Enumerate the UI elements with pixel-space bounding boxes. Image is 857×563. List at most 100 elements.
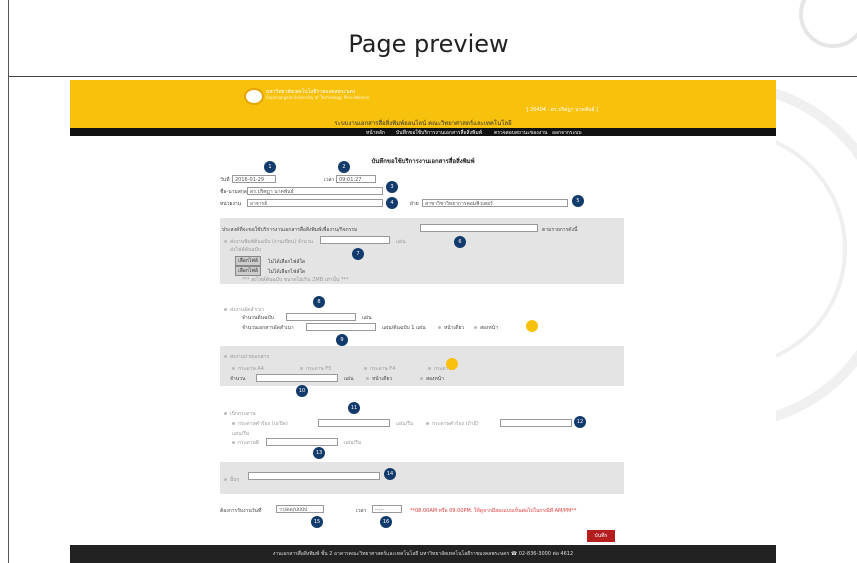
badge-14: 14 xyxy=(384,468,396,480)
badge-3: 3 xyxy=(386,181,398,193)
paper-colored: กระดาษสี xyxy=(238,440,259,446)
preview-divider xyxy=(8,76,857,77)
purpose-label: ประสงค์ที่จะขอใช้บริการงานเอกสารสื่อสิ่ง… xyxy=(222,227,358,233)
paper-white-unit: แผ่น/รีม xyxy=(396,421,414,427)
deadline-label: ต้องการรับงานวันที่ xyxy=(220,508,262,514)
print-file-sub: ส่งไฟล์ต้นฉบับ xyxy=(230,247,262,253)
date-input[interactable]: 2016-01-29 xyxy=(232,175,276,183)
name-label: ชื่อ-นามสกุล xyxy=(220,189,247,195)
site-header: มหาวิทยาลัยเทคโนโลยีราชมงคลพระนคร Rajama… xyxy=(70,80,776,128)
site-page: มหาวิทยาลัยเทคโนโลยีราชมงคลพระนคร Rajama… xyxy=(70,80,776,563)
university-name-en: Rajamangala University of Technology Phr… xyxy=(266,95,370,100)
save-button[interactable]: บันทึก xyxy=(587,530,615,542)
badge-6: 6 xyxy=(454,236,466,248)
others-label: อื่นๆ xyxy=(230,477,240,483)
paper-colored-radio[interactable] xyxy=(232,441,235,444)
deadline-date-placeholder: วว/ดด/ปปปป xyxy=(279,507,308,513)
paper-a4-radio[interactable] xyxy=(232,367,235,370)
site-footer: งานเอกสารสื่อสิ่งพิมพ์ ชั้น 2 อาคารคณะวิ… xyxy=(70,545,776,563)
photocopy-one-side: หน้าเดียว xyxy=(372,376,393,382)
copy-count-input[interactable] xyxy=(306,323,376,331)
paper-f4-radio[interactable] xyxy=(364,367,367,370)
copy-per-label: แผ่น/ต้นฉบับ 1 แผ่น xyxy=(382,325,426,331)
badge-2: 2 xyxy=(338,161,350,173)
no-file-label-1: ไม่ได้เลือกไฟล์ใด xyxy=(268,259,306,265)
copy-one-side-radio[interactable] xyxy=(438,326,441,329)
photocopy-two-side-radio[interactable] xyxy=(420,377,423,380)
system-title: ระบบงานเอกสารสื่อสิ่งพิมพ์ออนไลน์ คณะวิท… xyxy=(334,120,512,127)
print-radio[interactable] xyxy=(224,240,227,243)
copy-radio[interactable] xyxy=(224,308,227,311)
paper-req-radio[interactable] xyxy=(224,412,227,415)
photocopy-two-side: สองหน้า xyxy=(426,376,445,382)
photocopy-amount-input[interactable] xyxy=(256,374,338,382)
badge-1: 1 xyxy=(264,161,276,173)
copy-master-input[interactable] xyxy=(286,313,356,321)
paper-f5: กระดาษ F5 xyxy=(306,366,332,372)
badge-4: 4 xyxy=(386,197,398,209)
choose-file-button-2[interactable]: เลือกไฟล์ xyxy=(235,266,261,276)
badge-15: 15 xyxy=(311,516,323,528)
print-file-label: ส่งงานพิมพ์ต้นฉบับ (งานเขียน) จำนวน xyxy=(230,239,314,245)
copy-label: ส่งงานอัดสำเนา xyxy=(230,307,265,313)
paper-a4: กระดาษ A4 xyxy=(238,366,264,372)
paper-other-radio[interactable] xyxy=(428,367,431,370)
time-input[interactable]: 09:01:27 xyxy=(336,175,376,183)
paper-colored-input[interactable] xyxy=(266,438,338,446)
dept-select[interactable]: อาจารย์ xyxy=(247,199,383,207)
nav-status[interactable]: ตรวจสอบสถานะของงาน xyxy=(494,129,547,137)
badge-8: 8 xyxy=(313,296,325,308)
photocopy-label: ส่งงานถ่ายเอกสาร xyxy=(230,354,270,360)
paper-req-label: เบิกกระดาษ xyxy=(230,411,256,417)
photocopy-one-side-radio[interactable] xyxy=(366,377,369,380)
paper-colored-unit: แผ่น/รีม xyxy=(344,440,362,446)
division-label: ฝ่าย xyxy=(410,201,419,207)
others-input[interactable] xyxy=(248,472,380,480)
user-info: [ 20404 : ดร.ปริศฎา นาคพันธ์ ] xyxy=(526,107,599,113)
paper-white-radio[interactable] xyxy=(232,422,235,425)
copy-master-unit: แผ่น xyxy=(362,315,372,321)
nav-logout[interactable]: ออกจากระบบ xyxy=(552,129,582,137)
badge-7: 7 xyxy=(352,248,364,260)
paper-f5-radio[interactable] xyxy=(300,367,303,370)
copy-two-side-radio[interactable] xyxy=(474,326,477,329)
photocopy-unit: แผ่น xyxy=(344,376,354,382)
paper-color-input[interactable] xyxy=(500,419,572,427)
university-logo-icon[interactable] xyxy=(244,88,264,105)
name-input[interactable]: ดร.ปริศฎา นาคพันธ์ xyxy=(247,187,383,195)
division-select[interactable]: สาขาวิชาวิทยาการคอมพิวเตอร์ xyxy=(422,199,568,207)
form-title: บันทึกขอใช้บริการงานเอกสารสื่อสิ่งพิมพ์ xyxy=(371,158,475,165)
badge-16: 16 xyxy=(380,516,392,528)
nav-home[interactable]: หน้าหลัก xyxy=(366,129,385,137)
badge-12: 12 xyxy=(574,416,586,428)
others-radio[interactable] xyxy=(224,478,227,481)
badge-11: 11 xyxy=(348,402,360,414)
purpose-input[interactable] xyxy=(420,224,538,232)
deadline-time-placeholder: --:-- xyxy=(375,507,384,513)
paper-color-radio[interactable] xyxy=(426,422,429,425)
copy-two-side: สองหน้า xyxy=(480,325,499,331)
nav-bar: หน้าหลัก บันทึกขอใช้บริการงานเอกสารสื่อส… xyxy=(70,128,776,136)
badge-9: 9 xyxy=(336,334,348,346)
choose-file-button-1[interactable]: เลือกไฟล์ xyxy=(235,256,261,266)
deadline-date-input[interactable]: วว/ดด/ปปปป xyxy=(276,505,324,513)
badge-13: 13 xyxy=(313,447,325,459)
photocopy-amount-label: จำนวน xyxy=(230,376,246,382)
print-count-input[interactable] xyxy=(320,236,390,244)
purpose-suffix: ตามรายการดังนี้ xyxy=(542,227,578,233)
photocopy-radio[interactable] xyxy=(224,355,227,358)
nav-request[interactable]: บันทึกขอใช้บริการงานเอกสารสื่อสิ่งพิมพ์ xyxy=(396,129,482,137)
paper-color: กระดาษคำร้อง (ถ้ามี) xyxy=(432,421,479,427)
no-file-label-2: ไม่ได้เลือกไฟล์ใด xyxy=(268,269,306,275)
print-unit: แผ่น xyxy=(396,239,406,245)
badge-10: 10 xyxy=(296,385,308,397)
badge-5: 5 xyxy=(572,195,584,207)
deadline-note: **08.00AM หรือ 09.00PM. ให้ดูจากมีสองแบบ… xyxy=(410,508,577,514)
deadline-time-input[interactable]: --:-- xyxy=(372,505,402,513)
badge-two-side xyxy=(526,320,538,332)
paper-color-unit: แผ่น/รีม xyxy=(232,431,250,437)
deadline-time-label: เวลา xyxy=(356,508,367,514)
paper-white-input[interactable] xyxy=(318,419,390,427)
file-note: *** ส่งไฟล์ต้นฉบับ ขนาดไม่เกิน 2MB เท่าน… xyxy=(242,277,349,283)
paper-f4: กระดาษ F4 xyxy=(370,366,396,372)
